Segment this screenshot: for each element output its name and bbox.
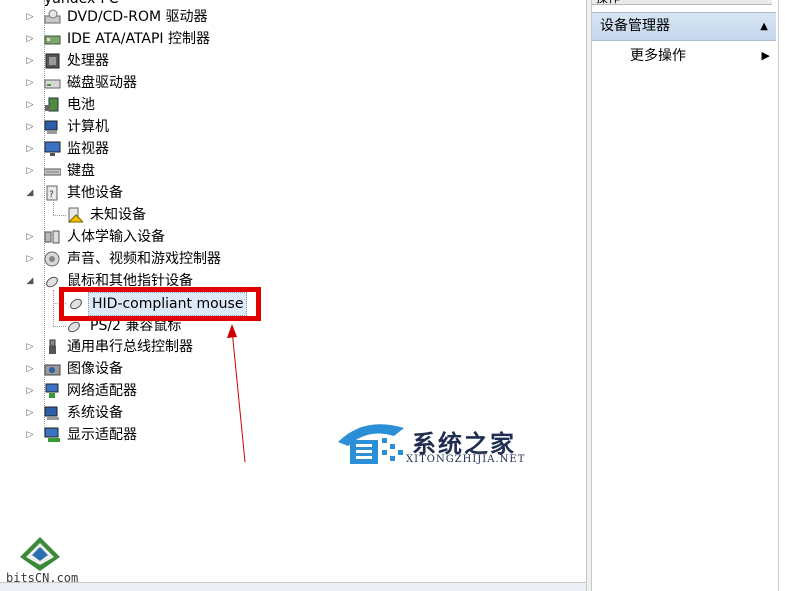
collapse-arrow-icon[interactable]: ◢ (25, 270, 35, 292)
expand-arrow-icon[interactable]: ▷ (25, 358, 35, 380)
expand-arrow-icon[interactable]: ▷ (25, 138, 35, 160)
tree-item-label: 系统设备 (67, 405, 123, 421)
tree-item-label: 处理器 (67, 53, 109, 69)
highlight-box (59, 287, 261, 321)
collapse-up-icon[interactable]: ▲ (760, 13, 768, 40)
usb-icon (49, 339, 56, 354)
tree-item-label: 电池 (67, 97, 95, 113)
expand-arrow-icon[interactable]: ▷ (25, 116, 35, 138)
tree-item-sound[interactable]: ▷ 声音、视频和游戏控制器 (0, 248, 400, 270)
expand-arrow-icon[interactable]: ▷ (25, 226, 35, 248)
keyboard-icon (44, 168, 61, 176)
processor-icon (45, 53, 60, 69)
tree-item-battery[interactable]: ▷ 电池 (0, 94, 400, 116)
pane-border (778, 0, 779, 591)
tree-item-disk[interactable]: ▷ 磁盘驱动器 (0, 72, 400, 94)
tree-item-label: 监视器 (67, 141, 109, 157)
expand-arrow-icon[interactable]: ▷ (25, 72, 35, 94)
expand-arrow-icon[interactable]: ▷ (25, 402, 35, 424)
tree-item-label: DVD/CD-ROM 驱动器 (67, 9, 208, 25)
svg-text:?: ? (49, 190, 54, 200)
expand-arrow-icon[interactable]: ▷ (25, 28, 35, 50)
expand-arrow-icon[interactable]: ▷ (25, 94, 35, 116)
tree-item-label: 其他设备 (67, 185, 123, 201)
hid-icon (44, 230, 60, 244)
tree-item-label: 图像设备 (67, 361, 123, 377)
tree-item-processor[interactable]: ▷ 处理器 (0, 50, 400, 72)
action-pane-title-label: 操作 (596, 0, 620, 5)
expand-arrow-icon[interactable]: ▷ (25, 6, 35, 28)
tree-item-keyboard[interactable]: ▷ 键盘 (0, 160, 400, 182)
unknown-device-warning-icon (67, 207, 83, 223)
camera-icon (44, 364, 61, 376)
monitor-icon (44, 141, 61, 156)
expand-arrow-icon[interactable]: ▷ (25, 248, 35, 270)
computer-icon (44, 120, 58, 134)
tree-item-usb[interactable]: ▷ 通用串行总线控制器 (0, 336, 400, 358)
tree-item-dvd[interactable]: ▷ DVD/CD-ROM 驱动器 (0, 6, 400, 28)
chevron-right-icon: ▶ (761, 49, 770, 62)
action-section-header[interactable]: 设备管理器 ▲ (592, 12, 776, 41)
watermark-subtitle: XITONGZHIJIA.NET (406, 454, 526, 465)
tree-item-label: 未知设备 (90, 207, 146, 223)
tree-item-label: 计算机 (67, 119, 109, 135)
tree-item-computer[interactable]: ▷ 计算机 (0, 116, 400, 138)
device-tree-pane: yandex-PC ▷ DVD/CD-ROM 驱动器 ▷ IDE ATA/ATA… (0, 0, 586, 591)
tree-item-label: 人体学输入设备 (67, 229, 165, 245)
tree-item-network[interactable]: ▷ 网络适配器 (0, 380, 400, 402)
expand-arrow-icon[interactable]: ▷ (25, 160, 35, 182)
tree-item-label: IDE ATA/ATAPI 控制器 (67, 31, 211, 47)
tree-item-ide[interactable]: ▷ IDE ATA/ATAPI 控制器 (0, 28, 400, 50)
tree-item-label: 通用串行总线控制器 (67, 339, 193, 355)
system-device-icon (44, 406, 59, 420)
expand-arrow-icon[interactable]: ▷ (25, 50, 35, 72)
tree-item-hid[interactable]: ▷ 人体学输入设备 (0, 226, 400, 248)
tree-item-monitor[interactable]: ▷ 监视器 (0, 138, 400, 160)
display-adapter-icon (44, 427, 60, 442)
disk-drive-icon (44, 79, 61, 89)
watermark: 系统之家 XITONGZHIJIA.NET (334, 414, 544, 474)
action-pane: 操作 设备管理器 ▲ 更多操作 ▶ (592, 0, 785, 591)
expand-arrow-icon[interactable]: ▷ (25, 424, 35, 446)
collapse-arrow-icon[interactable]: ◢ (25, 182, 35, 204)
action-section-label: 设备管理器 (600, 18, 670, 34)
horizontal-scrollbar[interactable] (0, 582, 586, 591)
other-devices-icon: ? (46, 185, 58, 201)
tree-item-other-devices[interactable]: ◢ ? 其他设备 (0, 182, 400, 204)
tree-item-label: 键盘 (67, 163, 95, 179)
expand-arrow-icon[interactable]: ▷ (25, 336, 35, 358)
battery-icon (45, 97, 59, 112)
network-adapter-icon (45, 383, 59, 398)
annotation-arrow-icon (227, 324, 246, 463)
action-pane-title: 操作 (592, 0, 772, 5)
dvd-drive-icon (44, 9, 61, 24)
more-actions-item[interactable]: 更多操作 ▶ (630, 44, 770, 68)
sound-icon (44, 251, 60, 267)
tree-item-label: 网络适配器 (67, 383, 137, 399)
tree-item-unknown-device[interactable]: 未知设备 (0, 204, 400, 226)
tree-item-label: 声音、视频和游戏控制器 (67, 251, 221, 267)
ide-controller-icon (44, 35, 61, 45)
watermark-logo-icon (338, 424, 404, 464)
tree-item-label: 磁盘驱动器 (67, 75, 137, 91)
tree-item-imaging[interactable]: ▷ 图像设备 (0, 358, 400, 380)
more-actions-label: 更多操作 (630, 48, 686, 64)
expand-arrow-icon[interactable]: ▷ (25, 380, 35, 402)
tree-item-label: 显示适配器 (67, 427, 137, 443)
